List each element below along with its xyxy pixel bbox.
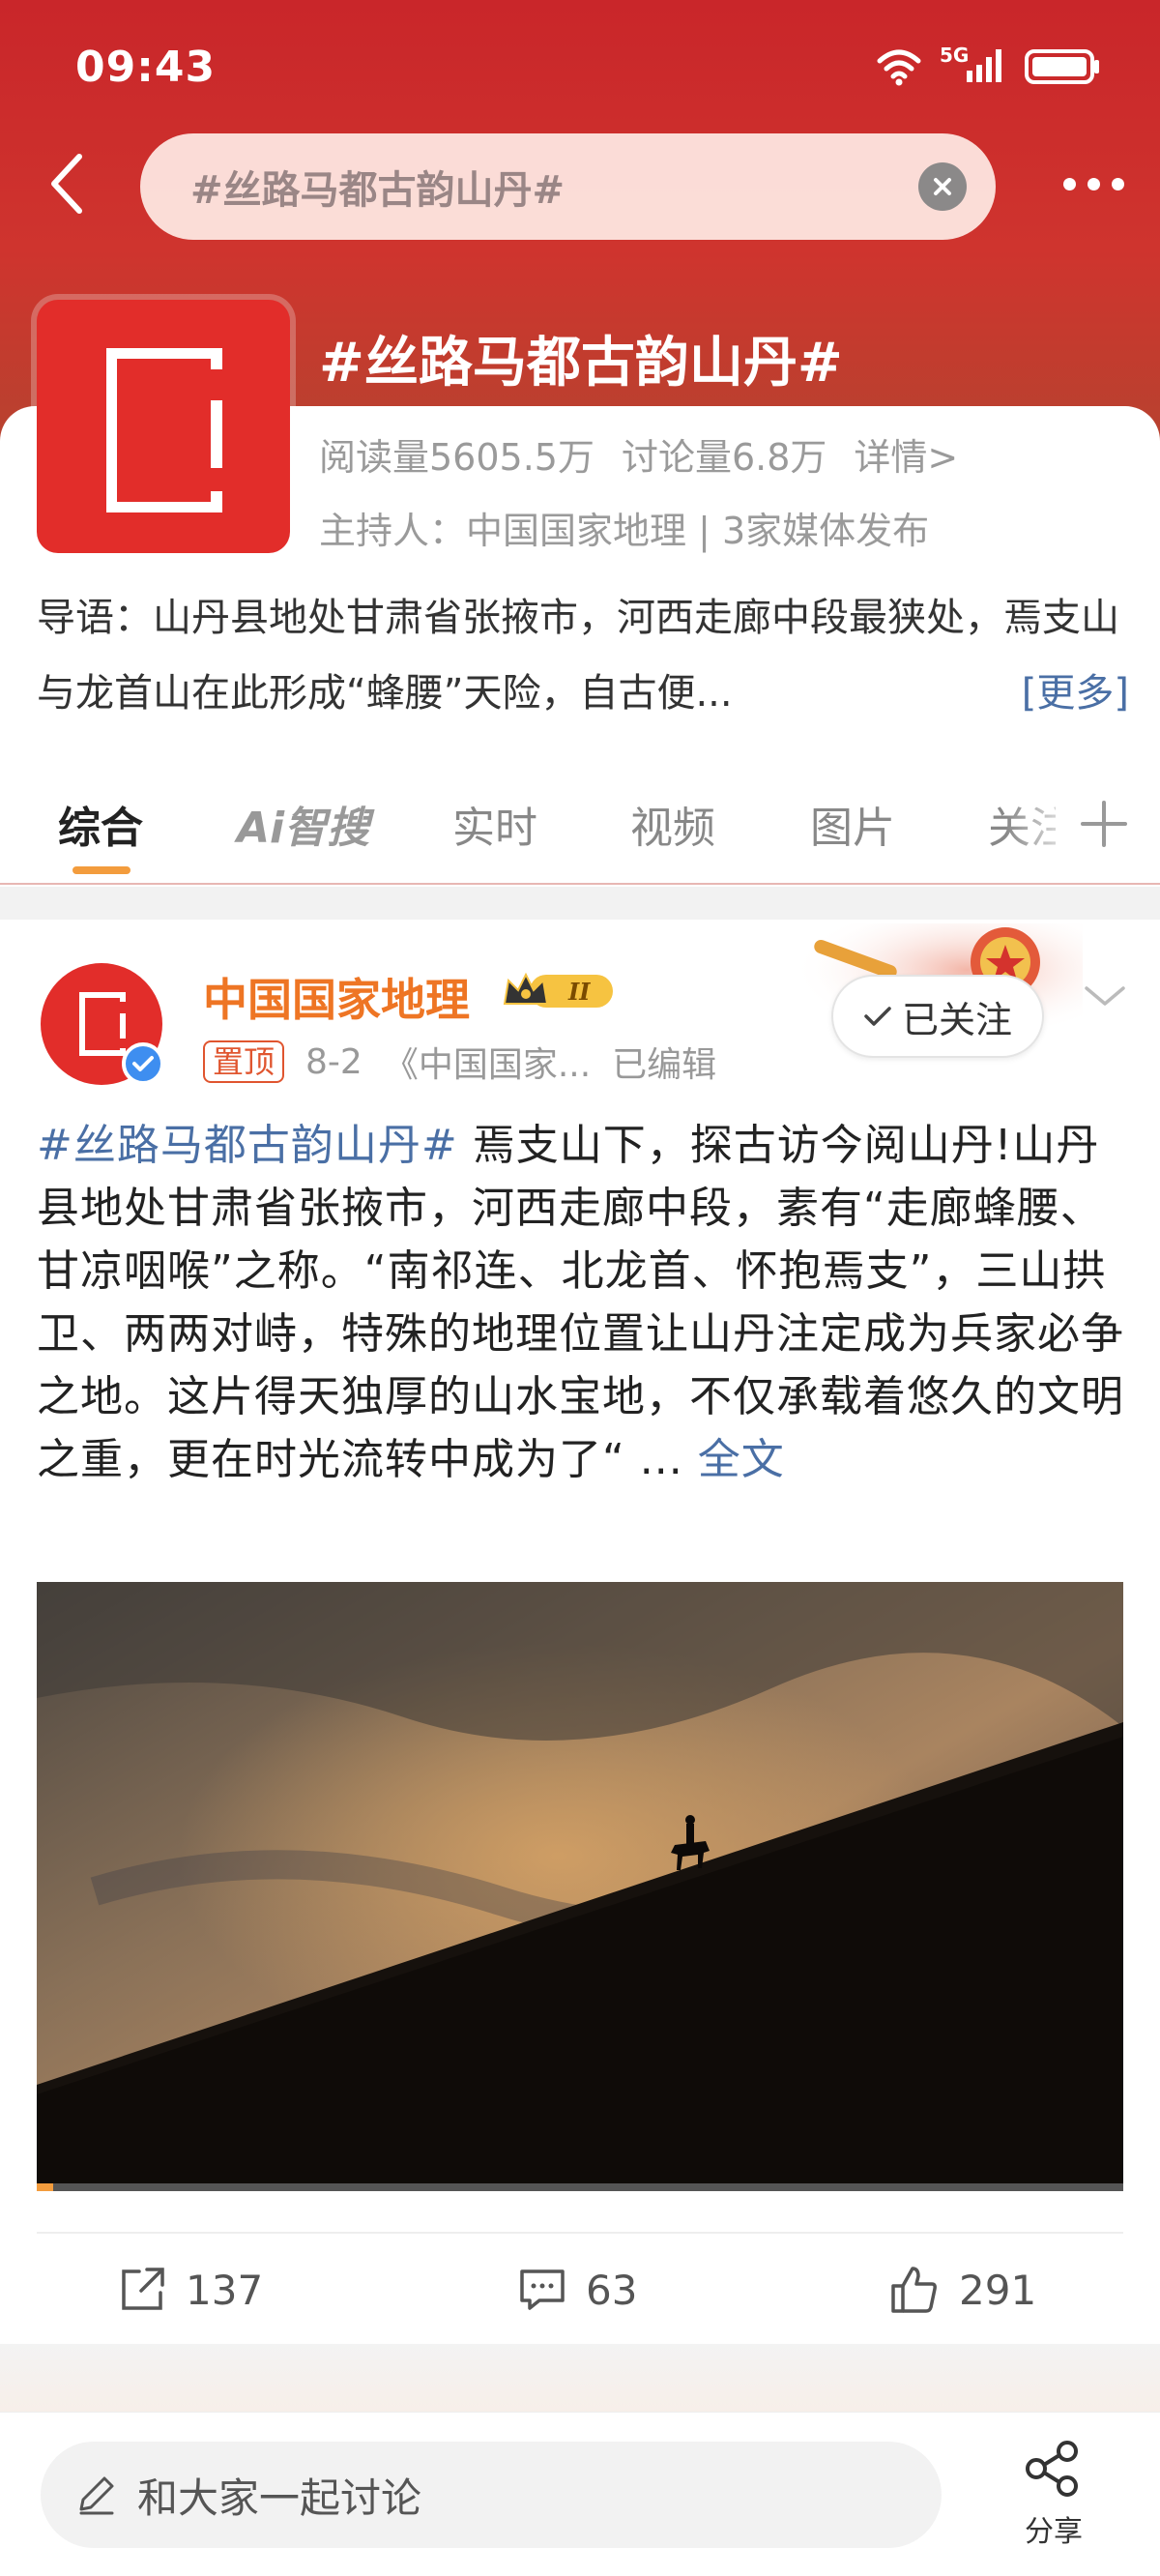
chevron-down-icon[interactable] <box>1081 977 1129 1015</box>
cellular-signal-icon: 5G <box>940 44 1007 86</box>
post-hashtag[interactable]: #丝路马都古韵山丹# <box>37 1121 458 1170</box>
read-count: 阅读量5605.5万 <box>319 436 594 479</box>
tab-video[interactable]: 视频 <box>630 793 715 855</box>
share-button[interactable]: 分享 <box>1005 2438 1102 2563</box>
clear-search-button[interactable] <box>918 162 967 211</box>
more-dot-icon <box>1062 177 1076 190</box>
comment-count: 63 <box>586 2266 638 2314</box>
comment-placeholder: 和大家一起讨论 <box>137 2474 422 2522</box>
status-time: 09:43 <box>75 43 217 92</box>
comment-input[interactable]: 和大家一起讨论 <box>41 2442 942 2548</box>
tabs-fade <box>1005 783 1083 861</box>
wifi-icon <box>877 49 921 86</box>
battery-icon <box>1025 49 1099 84</box>
tab-realtime[interactable]: 实时 <box>452 793 537 855</box>
share-arrow-icon <box>122 2268 164 2310</box>
post-meta: 置顶 8-2 《中国国家... 已编辑 <box>203 1037 716 1087</box>
add-tab-icon[interactable] <box>1075 795 1133 853</box>
chevron-left-icon <box>51 154 82 214</box>
topic-logo <box>37 300 290 553</box>
feed-gap <box>0 2344 1160 2412</box>
search-input[interactable]: #丝路马都古韵山丹# <box>140 133 996 240</box>
close-icon <box>934 178 951 195</box>
video-progress-track[interactable] <box>37 2183 1123 2191</box>
post-body: #丝路马都古韵山丹# 焉支山下，探古访今阅山丹!山丹县地处甘肃省张掖市，河西走廊… <box>37 1114 1127 1491</box>
svg-text:II: II <box>567 978 591 1006</box>
check-icon <box>864 1007 891 1026</box>
more-dot-icon <box>1087 177 1100 190</box>
post-author[interactable]: 中国国家地理 <box>203 965 470 1029</box>
status-icons: 5G <box>876 44 1102 89</box>
follow-button[interactable]: 已关注 <box>831 975 1044 1058</box>
active-tab-indicator <box>72 866 130 874</box>
video-progress-fill <box>37 2183 53 2191</box>
repost-button[interactable]: 137 <box>118 2261 263 2319</box>
topic-stats: 阅读量5605.5万 讨论量6.8万 详情> <box>319 427 958 481</box>
full-text-link[interactable]: 全文 <box>698 1435 785 1484</box>
like-button[interactable]: 291 <box>889 2261 1036 2319</box>
more-options-button[interactable] <box>1050 155 1137 213</box>
verified-icon <box>122 1042 164 1085</box>
topic-intro-text: 导语：山丹县地处甘肃省张掖市，河西走廊中段最狭处，焉支山与龙首山在此形成“蜂腰”… <box>37 596 1119 716</box>
comment-button[interactable]: 63 <box>518 2261 637 2319</box>
bottom-bar: 和大家一起讨论 分享 <box>0 2412 1160 2576</box>
actions-divider <box>37 2232 1123 2234</box>
like-count: 291 <box>959 2266 1037 2314</box>
video-thumbnail <box>37 1582 1123 2191</box>
repost-count: 137 <box>186 2266 264 2314</box>
more-dot-icon <box>1111 177 1124 190</box>
tab-images[interactable]: 图片 <box>810 793 895 855</box>
back-button[interactable] <box>39 145 97 222</box>
thumbs-up-icon <box>891 2267 937 2313</box>
details-link[interactable]: 详情> <box>854 427 958 481</box>
pinned-tag: 置顶 <box>203 1040 285 1083</box>
tab-comprehensive[interactable]: 综合 <box>58 793 143 855</box>
discussion-count: 讨论量6.8万 <box>621 436 827 479</box>
edited-label: 已编辑 <box>612 1045 717 1085</box>
post-source: 《中国国家... <box>383 1045 592 1085</box>
topic-intro: 导语：山丹县地处甘肃省张掖市，河西走廊中段最狭处，焉支山与龙首山在此形成“蜂腰”… <box>37 580 1129 731</box>
more-link[interactable]: [更多] <box>1022 656 1129 731</box>
tab-ai-search[interactable]: Ai智搜 <box>237 793 369 855</box>
post-date: 8-2 <box>305 1041 362 1082</box>
pencil-icon <box>79 2476 114 2515</box>
follow-label: 已关注 <box>901 998 1012 1041</box>
post-video[interactable] <box>37 1582 1123 2191</box>
tab-bar: 综合 Ai智搜 实时 视频 图片 关注 <box>0 774 1160 885</box>
search-query: #丝路马都古韵山丹# <box>190 168 566 213</box>
section-divider <box>0 887 1160 920</box>
status-bar: 09:43 5G <box>0 0 1160 135</box>
post-body-text: 焉支山下，探古访今阅山丹!山丹县地处甘肃省张掖市，河西走廊中段，素有“走廊蜂腰、… <box>37 1121 1124 1484</box>
member-crown-badge-icon: II <box>503 972 613 1008</box>
share-label: 分享 <box>1025 2515 1083 2549</box>
share-icon <box>1026 2441 1078 2497</box>
comment-icon <box>520 2269 565 2310</box>
topic-host: 主持人：中国国家地理 | 3家媒体发布 <box>319 510 930 552</box>
topic-title: #丝路马都古韵山丹# <box>319 332 843 395</box>
